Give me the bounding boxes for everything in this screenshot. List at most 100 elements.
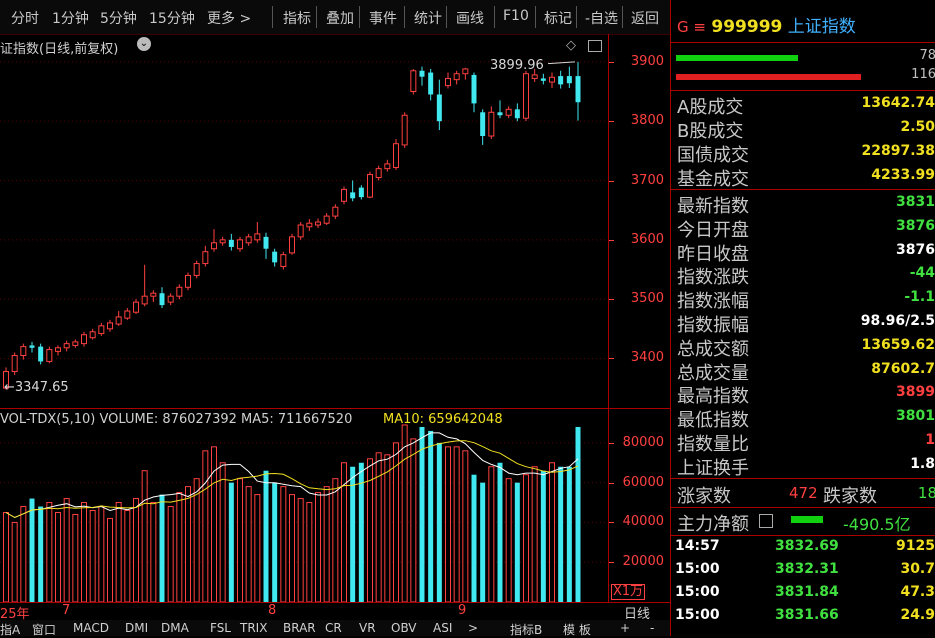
candle-body[interactable] (531, 74, 538, 79)
volume-bar[interactable] (124, 510, 131, 603)
toolbar-item[interactable]: 指标 (283, 8, 311, 28)
toolbar-item[interactable]: 分时 (11, 8, 39, 28)
candle-body[interactable] (254, 233, 261, 241)
candle-body[interactable] (480, 112, 486, 137)
volume-bar[interactable] (115, 502, 122, 603)
candle-body[interactable] (245, 236, 252, 244)
toolbar-item[interactable]: -自选 (585, 8, 618, 28)
candle-body[interactable] (280, 254, 287, 268)
volume-bar[interactable] (237, 478, 243, 603)
indicator-tab[interactable]: ASI (433, 621, 452, 635)
candle-body[interactable] (20, 346, 27, 357)
indicator-tab[interactable]: CR (325, 621, 342, 635)
volume-bar[interactable] (176, 492, 183, 603)
candle-body[interactable] (471, 74, 477, 104)
toolbar-item[interactable]: 统计 (414, 8, 442, 28)
volume-bar[interactable] (55, 511, 61, 603)
toolbar-item[interactable]: 5分钟 (100, 8, 137, 28)
candle-body[interactable] (219, 239, 226, 244)
candle-body[interactable] (436, 94, 442, 122)
volume-bar[interactable] (419, 426, 425, 602)
indicator-tab[interactable]: - (650, 621, 654, 635)
candle-body[interactable] (297, 224, 304, 238)
indicator-tab[interactable]: 指A (0, 621, 20, 638)
volume-bar[interactable] (228, 482, 234, 602)
volume-bar[interactable] (505, 478, 512, 603)
toolbar-item[interactable]: 事件 (369, 8, 397, 28)
candle-body[interactable] (401, 114, 408, 146)
candle-body[interactable] (323, 215, 330, 224)
indicator-tab[interactable]: VR (359, 621, 376, 635)
volume-bar[interactable] (297, 498, 304, 603)
candle-body[interactable] (193, 263, 200, 276)
volume-bar[interactable] (558, 466, 564, 602)
volume-bar[interactable] (315, 492, 321, 603)
toolbar-item[interactable]: 15分钟 (149, 8, 195, 28)
volume-chart[interactable] (0, 409, 608, 603)
volume-bar[interactable] (428, 430, 434, 602)
volume-bar[interactable] (531, 466, 538, 603)
volume-bar[interactable] (480, 482, 486, 602)
volume-bar[interactable] (566, 466, 572, 602)
candle-body[interactable] (428, 72, 434, 95)
candle-body[interactable] (202, 251, 209, 265)
volume-bar[interactable] (89, 510, 96, 603)
candle-body[interactable] (445, 77, 451, 87)
diamond-icon[interactable]: ◇ (566, 38, 576, 53)
volume-chart-pane[interactable]: VOL-TDX(5,10) VOLUME: 876027392 MA5: 711… (0, 408, 609, 603)
candle-body[interactable] (367, 174, 373, 198)
candle-body[interactable] (358, 187, 364, 198)
candle-body[interactable] (375, 168, 382, 179)
volume-bar[interactable] (575, 426, 581, 602)
indicator-tab[interactable]: BRAR (283, 621, 316, 635)
volume-bar[interactable] (29, 498, 35, 602)
volume-bar[interactable] (202, 450, 209, 603)
toolbar-item[interactable]: 标记 (544, 8, 572, 28)
candle-body[interactable] (211, 242, 217, 250)
volume-bar[interactable] (219, 462, 226, 603)
volume-bar[interactable] (401, 424, 408, 603)
toolbar-item[interactable]: 1分钟 (52, 8, 89, 28)
candle-body[interactable] (124, 310, 131, 319)
indicator-tab[interactable]: TRIX (240, 621, 267, 635)
candle-body[interactable] (228, 239, 234, 247)
volume-bar[interactable] (306, 502, 313, 603)
candle-body[interactable] (505, 108, 512, 116)
candle-body[interactable] (272, 251, 278, 263)
volume-bar[interactable] (167, 506, 174, 603)
candlestick-chart[interactable] (0, 34, 608, 408)
toolbar-item[interactable]: 画线 (456, 8, 484, 28)
volume-bar[interactable] (332, 478, 339, 603)
menu-icon[interactable]: G ≡ (677, 18, 706, 36)
indicator-tab[interactable]: 模 板 (563, 621, 591, 638)
candle-body[interactable] (141, 295, 148, 305)
candle-body[interactable] (558, 76, 564, 85)
candle-body[interactable] (98, 325, 105, 335)
volume-bar[interactable] (323, 486, 330, 603)
candle-body[interactable] (11, 355, 18, 373)
candle-body[interactable] (514, 109, 520, 119)
candle-body[interactable] (497, 112, 503, 116)
candle-body[interactable] (159, 293, 165, 306)
volume-bar[interactable] (63, 498, 70, 603)
volume-bar[interactable] (453, 446, 460, 603)
candle-body[interactable] (523, 73, 529, 119)
volume-bar[interactable] (497, 462, 503, 602)
window-toggle-icon[interactable] (588, 40, 602, 52)
chevron-down-icon[interactable]: ⌄ (137, 37, 151, 51)
indicator-tab[interactable]: DMI (125, 621, 148, 635)
toolbar-item[interactable]: 更多 > (207, 8, 251, 28)
candle-body[interactable] (453, 73, 460, 81)
volume-bar[interactable] (523, 474, 529, 603)
volume-bar[interactable] (185, 486, 191, 603)
candle-body[interactable] (350, 192, 356, 199)
candle-body[interactable] (89, 331, 96, 339)
indicator-tab[interactable]: + (620, 621, 630, 635)
volume-bar[interactable] (514, 482, 520, 602)
volume-bar[interactable] (272, 482, 278, 602)
indicator-tab[interactable]: DMA (161, 621, 189, 635)
candle-body[interactable] (72, 341, 79, 346)
indicator-tab[interactable]: > (468, 621, 478, 635)
volume-bar[interactable] (159, 494, 165, 602)
candle-body[interactable] (462, 68, 469, 75)
